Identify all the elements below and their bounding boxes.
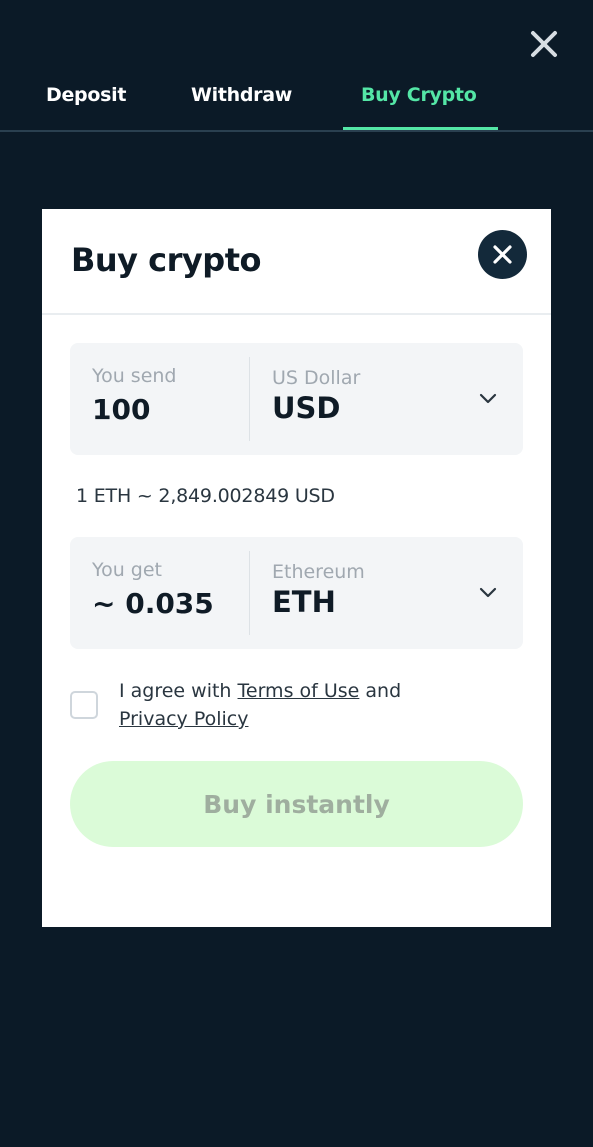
modal-divider [42, 313, 551, 315]
chevron-down-icon [479, 393, 497, 404]
get-currency-name: Ethereum [272, 561, 365, 583]
send-amount-field: You send US Dollar USD [70, 343, 523, 455]
send-currency-code: USD [272, 391, 341, 425]
tabs-divider [0, 130, 593, 132]
get-amount-field: You get Ethereum ETH [70, 537, 523, 649]
privacy-policy-link[interactable]: Privacy Policy [119, 708, 248, 730]
tab-buy-crypto[interactable]: Buy Crypto [361, 84, 477, 106]
send-currency-select[interactable]: US Dollar USD [250, 343, 523, 455]
tab-withdraw[interactable]: Withdraw [191, 84, 292, 106]
buy-instantly-button[interactable]: Buy instantly [70, 761, 523, 847]
send-input-area: You send [70, 343, 249, 455]
send-amount-input[interactable] [92, 391, 242, 427]
get-currency-code: ETH [272, 585, 336, 619]
buy-crypto-modal: Buy crypto You send US Dollar USD 1 ETH … [42, 209, 551, 927]
send-label: You send [92, 365, 177, 387]
close-icon[interactable] [478, 230, 527, 279]
agreement-prefix: I agree with [119, 680, 238, 702]
send-currency-name: US Dollar [272, 367, 361, 389]
chevron-down-icon [479, 587, 497, 598]
get-label: You get [92, 559, 162, 581]
agreement-middle: and [359, 680, 402, 702]
tab-deposit[interactable]: Deposit [46, 84, 126, 106]
tab-bar: Deposit Withdraw Buy Crypto [0, 70, 593, 132]
close-icon[interactable] [526, 26, 562, 62]
agree-checkbox[interactable] [70, 691, 98, 719]
get-input-area: You get [70, 537, 249, 649]
agreement-text: I agree with Terms of Use and Privacy Pol… [119, 677, 499, 733]
modal-title: Buy crypto [71, 241, 261, 279]
terms-of-use-link[interactable]: Terms of Use [238, 680, 360, 702]
get-amount-input[interactable] [92, 585, 242, 621]
get-currency-select[interactable]: Ethereum ETH [250, 537, 523, 649]
exchange-rate: 1 ETH ~ 2,849.002849 USD [76, 485, 335, 507]
